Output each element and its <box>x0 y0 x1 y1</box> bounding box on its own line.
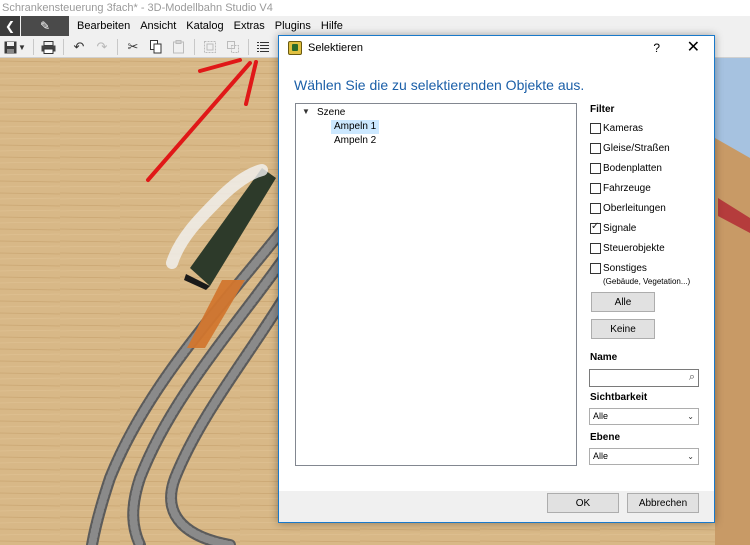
group-icon[interactable] <box>201 38 219 56</box>
redo-icon[interactable]: ↷ <box>93 38 111 56</box>
checkbox[interactable] <box>590 262 601 274</box>
toolbar-separator <box>117 39 118 55</box>
checkbox[interactable] <box>590 202 601 214</box>
menu-plugins[interactable]: Plugins <box>270 16 316 36</box>
app-logo-icon <box>288 41 302 55</box>
tree-item-ampeln-1[interactable]: Ampeln 1 <box>331 120 380 134</box>
toolbar-separator <box>194 39 195 55</box>
filter-signale[interactable]: Signale <box>590 221 636 235</box>
menu-extras[interactable]: Extras <box>229 16 270 36</box>
menu-katalog[interactable]: Katalog <box>181 16 228 36</box>
select-all-button[interactable]: Alle <box>591 292 655 312</box>
chevron-down-icon: ⌄ <box>687 412 694 421</box>
checkbox[interactable] <box>590 182 601 194</box>
paste-icon[interactable] <box>170 38 188 56</box>
dialog-titlebar: Selektieren ? ✕ <box>279 36 714 61</box>
menu-bearbeiten[interactable]: Bearbeiten <box>72 16 135 36</box>
copy-icon[interactable] <box>147 38 165 56</box>
sichtbarkeit-label: Sichtbarkeit <box>590 392 648 403</box>
print-icon[interactable] <box>39 38 57 56</box>
filter-fahrzeuge[interactable]: Fahrzeuge <box>590 181 651 195</box>
checkbox[interactable] <box>590 142 601 154</box>
checkbox-checked[interactable] <box>590 221 601 234</box>
object-tree[interactable]: ▼ Szene Ampeln 1 Ampeln 2 <box>295 103 577 466</box>
tree-item-ampeln-2[interactable]: Ampeln 2 <box>331 134 379 148</box>
ebene-label: Ebene <box>590 432 621 443</box>
menu-ansicht[interactable]: Ansicht <box>135 16 181 36</box>
dialog-title: Selektieren <box>308 42 364 54</box>
sonstiges-note: (Gebäude, Vegetation...) <box>603 277 691 286</box>
close-icon[interactable]: ✕ <box>687 36 700 60</box>
filter-heading: Filter <box>590 104 615 115</box>
dialog-instruction: Wählen Sie die zu selektierenden Objekte… <box>294 77 585 93</box>
search-icon: ⌕ <box>688 371 695 383</box>
checkbox[interactable] <box>590 162 601 174</box>
help-button[interactable]: ? <box>653 36 660 61</box>
collapse-arrow-icon[interactable]: ▼ <box>302 107 310 116</box>
pencil-icon[interactable]: ✎ <box>21 16 69 36</box>
filter-kameras[interactable]: Kameras <box>590 121 643 135</box>
filter-bodenplatten[interactable]: Bodenplatten <box>590 161 662 175</box>
toolbar-separator <box>63 39 64 55</box>
cut-icon[interactable]: ✂ <box>124 38 142 56</box>
sichtbarkeit-select[interactable]: Alle ⌄ <box>589 408 699 425</box>
ebene-select[interactable]: Alle ⌄ <box>589 448 699 465</box>
tree-root-szene[interactable]: Szene <box>317 106 345 120</box>
select-list-icon[interactable] <box>254 38 272 56</box>
filter-gleise-strassen[interactable]: Gleise/Straßen <box>590 141 670 155</box>
filter-sonstiges[interactable]: Sonstiges <box>590 261 647 275</box>
save-dropdown-icon[interactable]: ▼ <box>17 38 27 56</box>
filter-oberleitungen[interactable]: Oberleitungen <box>590 201 666 215</box>
checkbox[interactable] <box>590 122 601 134</box>
dialog-body: Wählen Sie die zu selektierenden Objekte… <box>279 61 714 491</box>
menubar: ❮ ✎ Bearbeiten Ansicht Katalog Extras Pl… <box>0 16 750 36</box>
ungroup-icon[interactable] <box>224 38 242 56</box>
chevron-down-icon: ⌄ <box>687 452 694 461</box>
menu-hilfe[interactable]: Hilfe <box>316 16 348 36</box>
select-dialog: Selektieren ? ✕ Wählen Sie die zu selekt… <box>278 35 715 523</box>
undo-icon[interactable]: ↶ <box>70 38 88 56</box>
select-none-button[interactable]: Keine <box>591 319 655 339</box>
checkbox[interactable] <box>590 242 601 254</box>
back-arrow-icon[interactable]: ❮ <box>0 16 20 36</box>
toolbar-separator <box>248 39 249 55</box>
filter-steuerobjekte[interactable]: Steuerobjekte <box>590 241 665 255</box>
ok-button[interactable]: OK <box>547 493 619 513</box>
name-search-input[interactable]: ⌕ <box>589 369 699 387</box>
window-title: Schrankensteuerung 3fach* - 3D-Modellbah… <box>0 0 750 16</box>
name-label: Name <box>590 352 618 363</box>
toolbar-separator <box>33 39 34 55</box>
cancel-button[interactable]: Abbrechen <box>627 493 699 513</box>
